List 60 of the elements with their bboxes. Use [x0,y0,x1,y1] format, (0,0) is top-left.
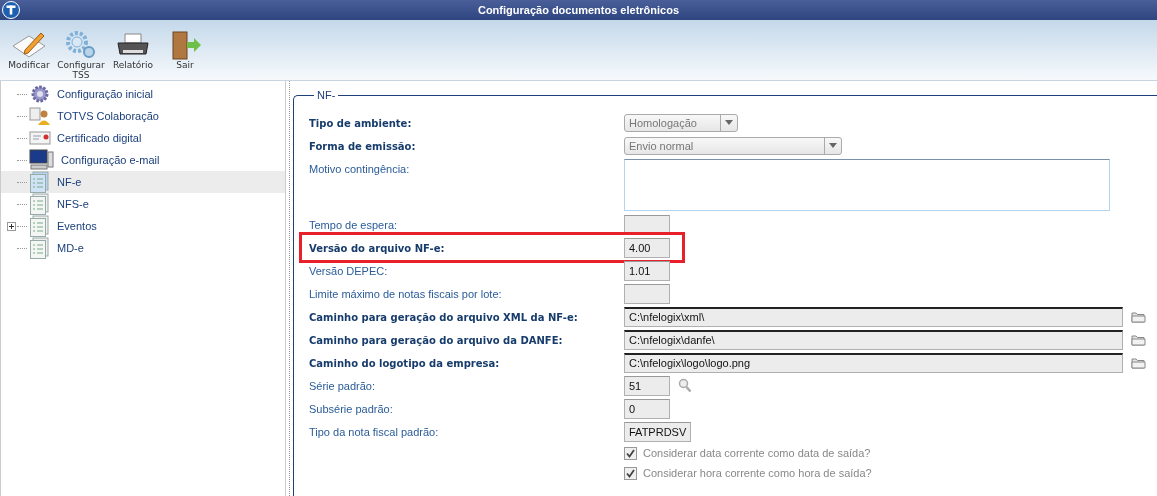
field-label: Subsérie padrão: [309,402,393,415]
caret-icon [725,120,733,125]
app-logo-icon [2,1,20,19]
checkbox[interactable] [624,446,637,460]
folder-icon[interactable] [1131,333,1146,346]
input-field[interactable]: 4.00 [624,237,670,258]
tree-item[interactable]: Configuração e-mail [1,149,285,171]
dropdown[interactable]: Envio normal [624,136,842,155]
group-legend: NF- [314,89,339,101]
field-label: Tipo da nota fiscal padrão: [309,425,439,438]
checkbox-label: Considerar hora corrente como hora de saída? [643,467,872,479]
field-label: Forma de emissão: [309,140,416,152]
field-label: Caminho para geração do arquivo XML da NF-e: [309,311,578,323]
document-list-icon [29,215,51,237]
tree-item[interactable]: TOTVS Colaboração [1,105,285,127]
document-list-icon [29,237,51,259]
field-label: Limite máximo de notas fiscais por lote: [309,287,502,300]
field-label: Série padrão: [309,379,376,392]
certificate-icon [29,128,51,148]
caret-icon [829,143,837,148]
document-list-icon [29,171,51,193]
gear-icon [29,84,51,104]
toolbar-button[interactable]: Relatório [108,22,158,80]
tree-item[interactable]: MD-e [1,237,285,259]
toolbar-button[interactable]: Configurar TSS [56,22,106,80]
input-field[interactable]: 1.01 [624,260,670,281]
document-list-icon [29,193,51,215]
input-field[interactable] [624,283,670,304]
input-field[interactable]: C:\nfelogix\logo\logo.png [624,352,1123,373]
tree-item[interactable]: NFS-e [1,193,285,215]
checkbox-label: Considerar data corrente como data de saída? [643,447,871,459]
dropdown[interactable]: Homologação [624,113,738,132]
input-field[interactable]: 51 [624,375,670,396]
computer-icon [29,149,55,171]
pencil-paper-icon [11,30,47,60]
tree-item[interactable]: Eventos [1,215,285,237]
field-label: Motivo contingência: [309,163,410,175]
folder-icon[interactable] [1131,356,1146,369]
input-field[interactable]: FATPRDSV [624,421,692,442]
input-field[interactable]: C:\nfelogix\xml\ [624,306,1123,327]
field-label: Caminho para geração do arquivo da DANFE: [309,334,563,346]
field-label: Caminho do logotipo da empresa: [309,357,500,369]
field-label: Tipo de ambiente: [309,117,412,129]
checkbox[interactable] [624,466,637,480]
field-label: Versão DEPEC: [309,264,388,277]
input-field[interactable] [624,214,670,235]
tree-item[interactable]: Configuração inicial [1,83,285,105]
people-icon [29,106,51,126]
window-title: Configuração documentos eletrônicos [476,4,681,16]
toolbar-button[interactable]: Sair [160,22,210,80]
toolbar-button[interactable]: Modificar [4,22,54,80]
expand-icon[interactable] [7,221,16,231]
field-label: Tempo de espera: [309,218,398,231]
field-label: Versão do arquivo NF-e: [309,242,445,254]
input-field[interactable]: 0 [624,398,670,419]
search-icon[interactable] [678,378,692,393]
folder-icon[interactable] [1131,310,1146,323]
tree-item[interactable]: Certificado digital [1,127,285,149]
input-field[interactable]: C:\nfelogix\danfe\ [624,329,1123,350]
tree-item[interactable]: NF-e [1,171,285,193]
